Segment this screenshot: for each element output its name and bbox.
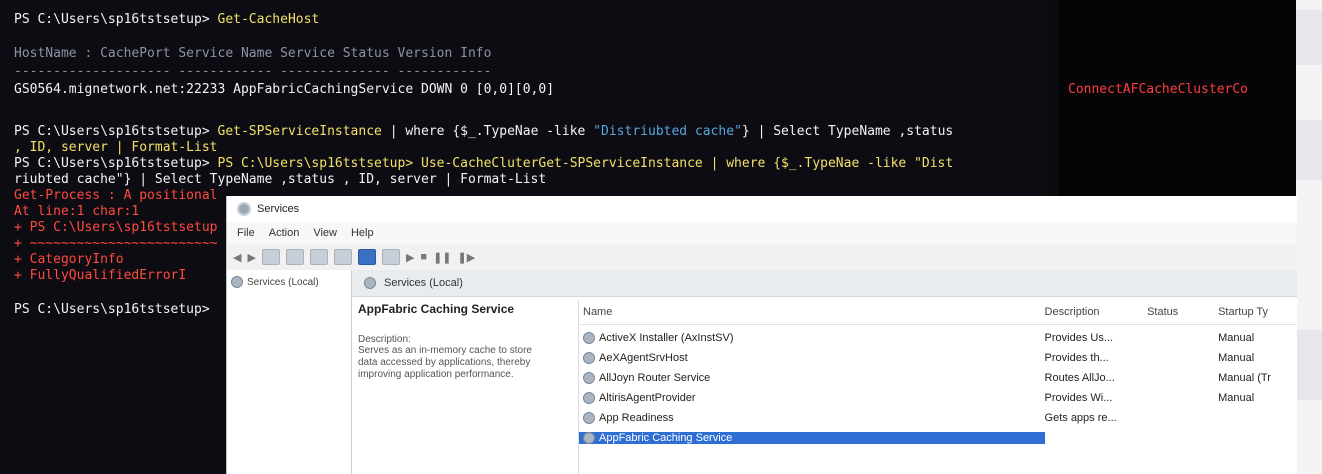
pause-service-icon[interactable]: ❚❚ (433, 251, 451, 264)
table-row[interactable]: AltirisAgentProvider Provides Wi... Manu… (579, 388, 1297, 408)
panel-header-title: Services (Local) (384, 277, 463, 289)
service-name: AltirisAgentProvider (599, 392, 696, 404)
terminal-error-line-5: + CategoryInfo (14, 252, 124, 267)
service-name: AllJoyn Router Service (599, 372, 711, 384)
tree-node-label: Services (Local) (247, 276, 319, 288)
description-text: Serves as an in-memory cache to store da… (358, 345, 532, 380)
service-rows: ActiveX Installer (AxInstSV) Provides Us… (579, 328, 1297, 448)
menu-action[interactable]: Action (269, 227, 300, 239)
services-list[interactable]: Name Description Status Startup Ty Activ… (578, 300, 1297, 474)
edge-block (1296, 10, 1322, 65)
column-header-status[interactable]: Status (1147, 306, 1218, 318)
table-row[interactable]: ActiveX Installer (AxInstSV) Provides Us… (579, 328, 1297, 348)
start-service-icon[interactable]: ▶ (406, 251, 414, 264)
services-window[interactable]: Services File Action View Help ◀ ▶ ▶ ■ ❚… (226, 196, 1297, 474)
description-label: Description: (358, 334, 411, 345)
console-tree-icon[interactable] (261, 249, 280, 265)
service-icon (583, 412, 595, 424)
properties-icon[interactable] (285, 249, 304, 265)
service-description: Provides Wi... (1044, 392, 1113, 404)
service-name: AppFabric Caching Service (599, 432, 733, 444)
view-icon[interactable] (381, 249, 400, 265)
column-header-description[interactable]: Description (1045, 306, 1148, 318)
service-startup: Manual (1218, 352, 1255, 364)
panel-header: Services (Local) (352, 270, 1297, 297)
service-startup: Manual (1218, 332, 1255, 344)
service-startup: Manual (1218, 392, 1255, 404)
export-list-icon[interactable] (333, 249, 352, 265)
menu-file[interactable]: File (237, 227, 255, 239)
column-headers: Name Description Status Startup Ty (579, 300, 1297, 325)
service-icon (583, 332, 595, 344)
table-row[interactable]: AeXAgentSrvHost Provides th... Manual (579, 348, 1297, 368)
window-title: Services (257, 203, 300, 215)
stop-service-icon[interactable]: ■ (420, 251, 427, 263)
selected-service-name: AppFabric Caching Service (358, 302, 515, 316)
service-description: Provides th... (1044, 352, 1109, 364)
services-node-icon (231, 276, 243, 288)
services-gear-icon (237, 202, 251, 216)
service-icon (583, 352, 595, 364)
terminal-line-2: HostName : CachePort Service Name Servic… (14, 46, 492, 61)
service-icon (583, 392, 595, 404)
terminal-error-text: ConnectAFCacheClusterCo (1068, 82, 1249, 97)
column-header-startup[interactable]: Startup Ty (1218, 306, 1297, 318)
services-panel: Services (Local) AppFabric Caching Servi… (352, 270, 1297, 474)
edge-block (1296, 330, 1322, 400)
service-startup: Manual (Tr (1218, 372, 1271, 384)
service-icon (583, 432, 595, 444)
back-arrow-icon[interactable]: ◀ (233, 251, 241, 264)
forward-arrow-icon[interactable]: ▶ (247, 251, 255, 264)
terminal-error-line-4: + ~~~~~~~~~~~~~~~~~~~~~~~~ (14, 236, 218, 251)
terminal-line-8: riubted cache"} | Select TypeName ,statu… (14, 172, 547, 187)
service-description: Provides Us... (1044, 332, 1113, 344)
service-description: Routes AllJo... (1044, 372, 1115, 384)
service-icon (583, 372, 595, 384)
terminal-line-6: , ID, server | Format-List (14, 140, 218, 155)
window-edge (1296, 0, 1322, 474)
table-row-selected[interactable]: AppFabric Caching Service (579, 428, 1297, 448)
service-name: ActiveX Installer (AxInstSV) (599, 332, 734, 344)
menu-view[interactable]: View (313, 227, 337, 239)
table-row[interactable]: App Readiness Gets apps re... (579, 408, 1297, 428)
restart-service-icon[interactable]: ❚▶ (458, 251, 476, 264)
terminal-line-7: PS C:\Users\sp16tstsetup> PS C:\Users\sp… (14, 156, 954, 171)
service-name: AeXAgentSrvHost (599, 352, 688, 364)
edge-block (1296, 120, 1322, 180)
terminal-error-line-3: + PS C:\Users\sp16tstsetup (14, 220, 218, 235)
terminal-error-line-2: At line:1 char:1 (14, 204, 140, 219)
terminal-line-3: -------------------- ------------ ------… (14, 64, 492, 79)
terminal-line-4: GS0564.mignetwork.net:22233 AppFabricCac… (14, 82, 555, 97)
services-titlebar[interactable]: Services (227, 196, 1297, 222)
terminal-line-5: PS C:\Users\sp16tstsetup> Get-SPServiceI… (14, 124, 954, 139)
help-icon[interactable] (357, 249, 376, 265)
menu-bar: File Action View Help (227, 222, 1297, 244)
tree-node-services-local[interactable]: Services (Local) (227, 270, 351, 294)
terminal-line-1: PS C:\Users\sp16tstsetup> Get-CacheHost (14, 12, 320, 27)
panel-header-icon (364, 277, 376, 289)
terminal-error-line-6: + FullyQualifiedErrorI (14, 268, 187, 283)
console-tree: Services (Local) (227, 270, 352, 474)
toolbar: ◀ ▶ ▶ ■ ❚❚ ❚▶ (227, 244, 1297, 271)
terminal-error-line-1: Get-Process : A positional (14, 188, 218, 203)
extended-description: AppFabric Caching Service Description: S… (358, 300, 558, 381)
menu-help[interactable]: Help (351, 227, 374, 239)
service-description: Gets apps re... (1044, 412, 1117, 424)
refresh-icon[interactable] (309, 249, 328, 265)
service-name: App Readiness (599, 412, 674, 424)
table-row[interactable]: AllJoyn Router Service Routes AllJo... M… (579, 368, 1297, 388)
column-header-name[interactable]: Name (579, 306, 1045, 318)
terminal-prompt: PS C:\Users\sp16tstsetup> (14, 302, 210, 317)
